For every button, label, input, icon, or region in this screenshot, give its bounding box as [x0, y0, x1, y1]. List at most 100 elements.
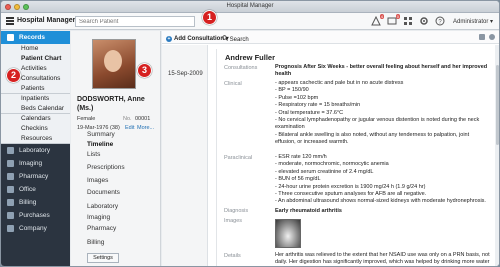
consultations-label: Consultations	[224, 65, 258, 71]
xray-thumbnail[interactable]	[275, 219, 301, 248]
consultation-entry: Andrew Fuller Consultations Prognosis Af…	[216, 49, 494, 266]
patient-no-value: 00001	[135, 116, 151, 122]
messages-badge: 0	[395, 14, 400, 19]
callout-2: 2	[6, 68, 21, 83]
nav-billing[interactable]: Billing	[87, 239, 104, 246]
sidebar-label: Company	[19, 225, 47, 232]
callout-1: 1	[202, 10, 217, 25]
sidebar-item-calendars[interactable]: Calendars	[1, 114, 70, 124]
nav-pharmacy[interactable]: Pharmacy	[87, 225, 116, 232]
paraclinical-line: - An abdominal ultrasound shows normal-s…	[275, 198, 486, 205]
grid-icon[interactable]	[403, 16, 413, 26]
nav-imaging[interactable]: Imaging	[87, 214, 110, 221]
doctor-name: Andrew Fuller	[225, 53, 276, 62]
diagnosis-label: Diagnosis	[224, 208, 249, 214]
nav-laboratory[interactable]: Laboratory	[87, 203, 118, 210]
paraclinical-line: - ESR rate 120 mm/h	[275, 154, 327, 160]
nav-lists[interactable]: Lists	[87, 151, 100, 158]
sidebar-item-resources[interactable]: Resources	[1, 134, 70, 144]
nav-documents[interactable]: Documents	[87, 189, 120, 196]
clinical-label: Clinical	[224, 81, 242, 87]
consultations-value: Prognosis After Six Weeks - better overa…	[275, 64, 488, 78]
sidebar-item-office[interactable]: Office	[1, 183, 70, 196]
pharmacy-icon	[7, 173, 14, 180]
alerts-badge: 4	[379, 14, 384, 19]
content-toolbar: + Add Consultation ▾ Search	[162, 31, 499, 44]
alert-icon[interactable]: 4	[371, 14, 384, 26]
add-consultation-button[interactable]: + Add Consultation ▾	[166, 35, 229, 42]
plus-icon: +	[166, 36, 172, 42]
sidebar-item-pharmacy[interactable]: Pharmacy	[1, 170, 70, 183]
add-consultation-label: Add Consultation	[174, 36, 224, 42]
gear-icon[interactable]	[419, 16, 429, 26]
paraclinical-line: - Three consecutive sputum analyses for …	[275, 191, 427, 198]
paraclinical-line: - 24-hour urine protein excretion is 190…	[275, 183, 426, 190]
sidebar-item-patients[interactable]: Patients	[1, 84, 70, 94]
clinical-line: - BP = 150/90	[275, 87, 309, 94]
menu-icon[interactable]	[6, 17, 14, 25]
clinical-value: - appears cachectic and pale but in no a…	[275, 80, 490, 147]
paraclinical-line: - elevated serum creatinine of 2.4 mg/dL	[275, 168, 374, 175]
details-label: Details	[224, 253, 241, 259]
sidebar-label: Records	[19, 34, 46, 41]
paraclinical-value: - ESR rate 120 mm/h - moderate, normochr…	[275, 154, 490, 206]
search-label: Search	[229, 37, 249, 43]
sidebar-label: Imaging	[19, 160, 43, 167]
callout-3: 3	[137, 63, 152, 78]
title-bar: Hospital Manager	[1, 1, 499, 13]
sidebar-item-laboratory[interactable]: Laboratory	[1, 144, 70, 157]
content-search[interactable]: Search	[222, 35, 249, 43]
messages-icon[interactable]: 0	[387, 14, 400, 26]
top-toolbar: Hospital Manager 4 0 ? Administrator ▾	[1, 13, 499, 30]
purchases-icon	[7, 212, 14, 219]
sidebar-item-beds-calendar[interactable]: Beds Calendar	[1, 104, 70, 114]
nav-images[interactable]: Images	[87, 177, 108, 184]
more-link[interactable]: More...	[137, 125, 154, 131]
print-icon[interactable]	[479, 34, 485, 40]
sidebar-label: Pharmacy	[19, 173, 49, 180]
search-icon	[222, 35, 228, 41]
imaging-icon	[7, 160, 14, 167]
sidebar-item-home[interactable]: Home	[1, 44, 70, 54]
nav-timeline[interactable]: Timeline	[87, 141, 113, 148]
sidebar-item-checkins[interactable]: Checkins	[1, 124, 70, 134]
sidebar: Records Home Patient Chart Activities Co…	[1, 31, 70, 266]
main-content: + Add Consultation ▾ Search 15-Sep-2009 A…	[162, 31, 499, 266]
options-icon[interactable]	[489, 34, 495, 40]
patient-gender: Female	[77, 116, 96, 122]
records-icon	[7, 34, 14, 41]
settings-button[interactable]: Settings	[87, 253, 119, 263]
clinical-line: - No cervical lymphadenopathy or jugular…	[275, 117, 480, 131]
user-menu[interactable]: Administrator ▾	[453, 18, 493, 25]
sidebar-label: Billing	[19, 199, 37, 206]
clinical-line: - appears cachectic and pale but in no a…	[275, 80, 404, 86]
sidebar-item-inpatients[interactable]: Inpatients	[1, 94, 70, 104]
nav-summary[interactable]: Summary	[87, 131, 115, 138]
sidebar-item-imaging[interactable]: Imaging	[1, 157, 70, 170]
scrollbar[interactable]	[495, 45, 499, 266]
app-name: Hospital Manager	[17, 17, 76, 24]
help-icon[interactable]: ?	[435, 16, 445, 26]
sidebar-item-company[interactable]: Company	[1, 222, 70, 235]
clinical-line: - Pulse =102 bpm	[275, 94, 319, 101]
app-window: Hospital Manager Hospital Manager 4 0 ? …	[0, 0, 500, 267]
sidebar-item-records[interactable]: Records	[1, 31, 70, 44]
search-patient-input[interactable]	[75, 16, 195, 27]
sidebar-item-billing[interactable]: Billing	[1, 196, 70, 209]
billing-icon	[7, 199, 14, 206]
clinical-line: - Oral temperature = 37.6°C	[275, 109, 344, 116]
clinical-line: - Bilateral ankle swelling is also noted…	[275, 131, 470, 146]
sidebar-label: Office	[19, 186, 36, 193]
patient-photo	[92, 39, 136, 89]
user-name: Administrator	[453, 19, 489, 25]
images-label: Images	[224, 218, 243, 224]
edit-link[interactable]: Edit	[125, 125, 134, 131]
paraclinical-line: - moderate, normochromic, normocytic ane…	[275, 161, 389, 168]
sidebar-item-purchases[interactable]: Purchases	[1, 209, 70, 222]
paraclinical-label: Paraclinical	[224, 155, 253, 161]
paraclinical-line: - BUN of 56 mg/dL	[275, 176, 321, 183]
nav-prescriptions[interactable]: Prescriptions	[87, 164, 125, 171]
entry-date: 15-Sep-2009	[168, 71, 203, 77]
diagnosis-value: Early rheumatoid arthritis	[275, 208, 342, 214]
sidebar-item-patient-chart[interactable]: Patient Chart	[1, 54, 70, 64]
